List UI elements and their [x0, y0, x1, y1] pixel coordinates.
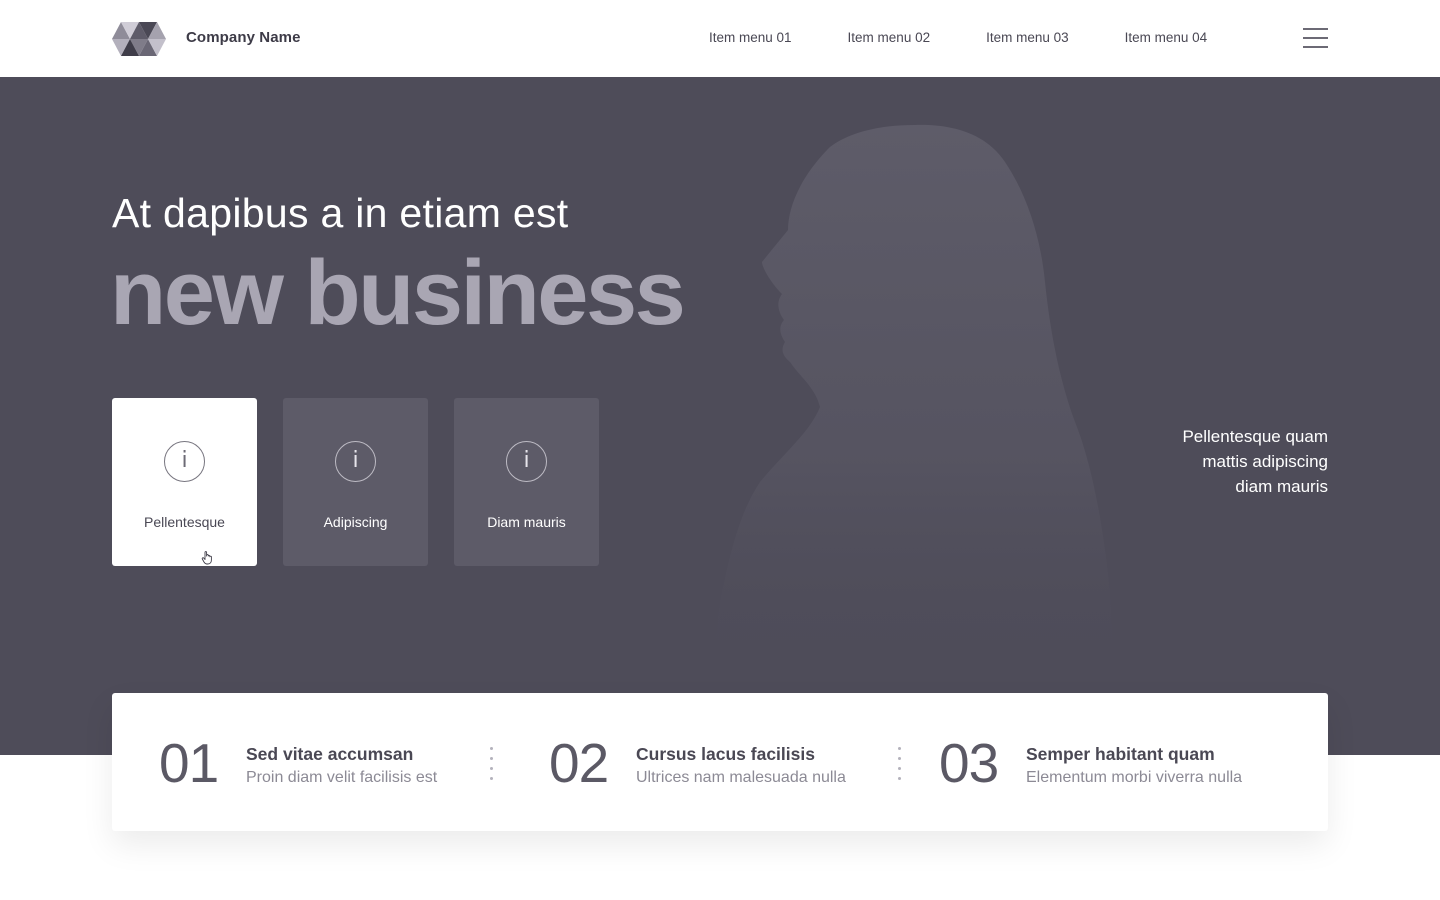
step-description: Proin diam velit facilisis est — [246, 769, 438, 786]
feature-cards: i Pellentesque i Adipiscing i Diam mauri… — [112, 398, 599, 566]
hero-section: At dapibus a in etiam est new business i… — [0, 77, 1440, 755]
info-icon: i — [506, 441, 547, 482]
woman-silhouette-image — [710, 124, 1115, 682]
feature-card-label: Adipiscing — [323, 514, 388, 530]
nav-item-03[interactable]: Item menu 03 — [986, 30, 1069, 45]
info-icon: i — [335, 441, 376, 482]
hero-aside-text: Pellentesque quam mattis adipiscing diam… — [1182, 427, 1328, 496]
hand-cursor-icon — [201, 551, 212, 565]
step-number: 01 — [159, 732, 219, 794]
step-title: Semper habitant quam — [1026, 744, 1215, 764]
feature-card-pellentesque[interactable]: i Pellentesque — [112, 398, 257, 566]
nav-item-01[interactable]: Item menu 01 — [709, 30, 792, 45]
feature-card-label: Diam mauris — [487, 514, 566, 530]
company-name[interactable]: Company Name — [186, 29, 301, 46]
feature-card-adipiscing[interactable]: i Adipiscing — [283, 398, 428, 566]
feature-card-diam-mauris[interactable]: i Diam mauris — [454, 398, 599, 566]
step-number: 02 — [549, 732, 609, 794]
step-description: Elementum morbi viverra nulla — [1026, 769, 1243, 786]
nav-item-04[interactable]: Item menu 04 — [1125, 30, 1208, 45]
hamburger-icon[interactable] — [1303, 28, 1328, 48]
feature-card-label: Pellentesque — [144, 514, 225, 530]
site-header: Company Name Item menu 01 Item menu 02 I… — [0, 0, 1440, 77]
nav-item-02[interactable]: Item menu 02 — [848, 30, 931, 45]
info-icon: i — [164, 441, 205, 482]
hero-subtitle: At dapibus a in etiam est — [112, 190, 569, 236]
step-title: Sed vitae accumsan — [246, 744, 414, 764]
step-title: Cursus lacus facilisis — [636, 744, 815, 764]
step-divider — [490, 747, 493, 781]
step-description: Ultrices nam malesuada nulla — [636, 769, 846, 786]
company-logo-icon[interactable] — [112, 22, 168, 56]
step-number: 03 — [939, 732, 999, 794]
steps-panel: 01 Sed vitae accumsan Proin diam velit f… — [112, 693, 1328, 831]
step-divider — [898, 747, 901, 781]
hero-title: new business — [110, 242, 686, 344]
main-nav: Item menu 01 Item menu 02 Item menu 03 I… — [709, 30, 1207, 45]
